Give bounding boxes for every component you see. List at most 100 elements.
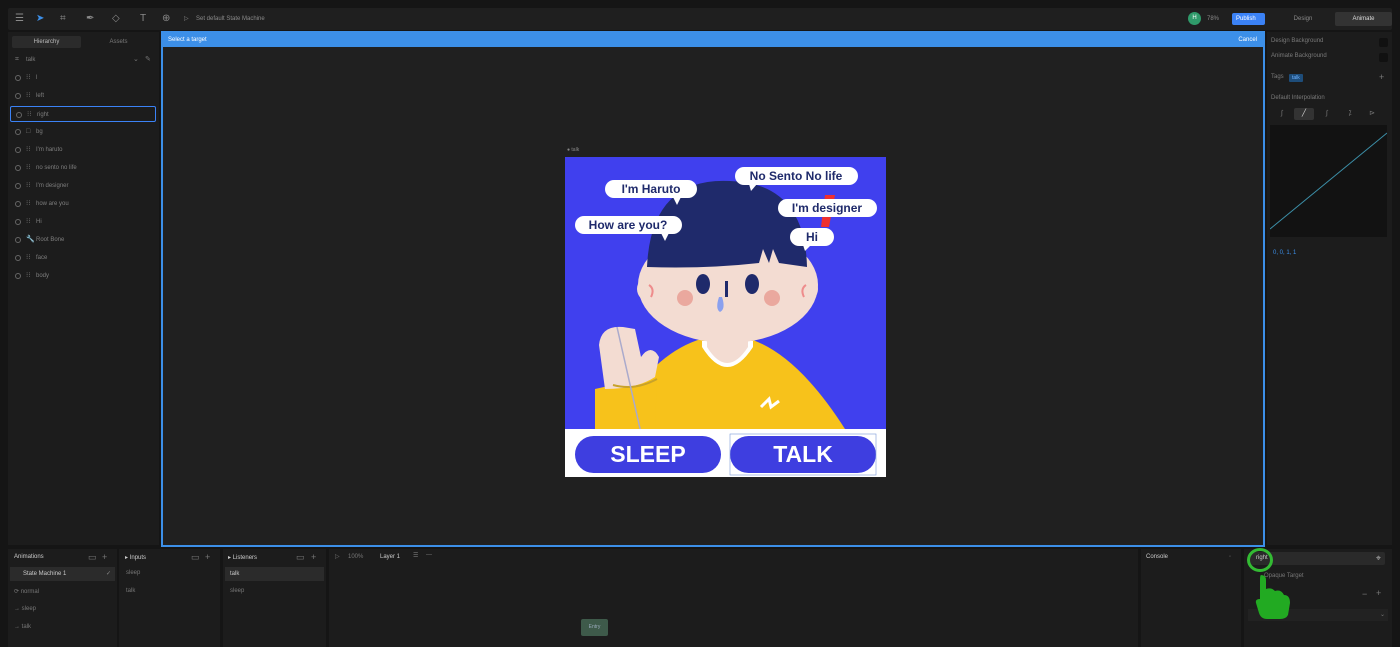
visibility-icon[interactable] bbox=[15, 183, 21, 189]
tree-item-face[interactable]: ⁝⁝ face bbox=[10, 250, 156, 266]
linear-interp-icon[interactable]: ╱ bbox=[1294, 108, 1314, 120]
animation-item-state-machine[interactable]: State Machine 1 ✓ bbox=[10, 567, 115, 581]
visibility-icon[interactable] bbox=[15, 165, 21, 171]
folder-icon[interactable]: ▭ bbox=[296, 552, 305, 563]
target-prompt: Select a target bbox=[168, 37, 207, 43]
tree-item-l[interactable]: ⁝⁝ l bbox=[10, 70, 156, 86]
visibility-icon[interactable] bbox=[15, 93, 21, 99]
tree-item-root-bone[interactable]: 🔧 Root Bone bbox=[10, 232, 156, 248]
hold-interp-icon[interactable]: ∫ bbox=[1272, 108, 1292, 120]
pen-tool-icon[interactable]: ✒ bbox=[86, 13, 94, 25]
listener-item-talk[interactable]: talk bbox=[225, 567, 324, 581]
artboard-label[interactable]: ● talk bbox=[567, 147, 579, 153]
avatar[interactable]: H bbox=[1188, 12, 1201, 25]
tab-design[interactable]: Design bbox=[1273, 12, 1333, 26]
add-icon[interactable]: ⊕ bbox=[162, 13, 170, 25]
tree-item-bg[interactable]: □ bg bbox=[10, 124, 156, 140]
entry-state-node[interactable]: Entry bbox=[581, 619, 608, 636]
folder-icon[interactable]: ▭ bbox=[88, 552, 97, 563]
shape-tool-icon[interactable]: ◇ bbox=[112, 13, 120, 25]
left-cheek bbox=[677, 290, 693, 306]
animate-background-swatch[interactable] bbox=[1379, 53, 1388, 62]
tags-label: Tags bbox=[1271, 74, 1284, 80]
state-graph-panel[interactable]: ▷ 100% Layer 1 ☰ — bbox=[329, 549, 1138, 647]
tree-item-no-sento[interactable]: ⁝⁝ no sento no life bbox=[10, 160, 156, 176]
top-toolbar: ☰ ➤ ⌗ ✒ ◇ T ⊕ ▷ Set default State Machin… bbox=[8, 8, 1392, 30]
folder-icon[interactable]: ▭ bbox=[191, 552, 200, 563]
console-title: Console bbox=[1146, 554, 1169, 560]
add-icon[interactable]: + bbox=[1376, 588, 1381, 598]
curve-values[interactable]: 0, 0, 1, 1 bbox=[1273, 250, 1296, 256]
tag-chip[interactable]: talk bbox=[1289, 74, 1303, 82]
edit-icon[interactable]: ✎ bbox=[145, 52, 151, 68]
cancel-button[interactable]: Cancel bbox=[1238, 33, 1257, 47]
inputs-title: ▸ Inputs bbox=[125, 555, 147, 561]
tree-item-body[interactable]: ⁝⁝ body bbox=[10, 268, 156, 284]
cubic-interp-icon[interactable]: ∫ bbox=[1317, 108, 1337, 120]
right-cheek bbox=[764, 290, 780, 306]
remove-icon[interactable]: − bbox=[1362, 589, 1367, 599]
canvas[interactable]: Select a target Cancel ● talk I'm Haruto… bbox=[161, 31, 1265, 547]
tree-item-im-haruto[interactable]: ⁝⁝ I'm haruto bbox=[10, 142, 156, 158]
listeners-panel: ▸ Listeners ▭ + talk sleep bbox=[223, 549, 326, 647]
visibility-icon[interactable] bbox=[15, 129, 21, 135]
tree-item-im-designer[interactable]: ⁝⁝ I'm designer bbox=[10, 178, 156, 194]
design-background-swatch[interactable] bbox=[1379, 38, 1388, 47]
artboard-icon: ⌗ bbox=[15, 56, 19, 63]
left-ear bbox=[637, 276, 663, 302]
timeline-zoom[interactable]: 100% bbox=[348, 554, 363, 560]
tree-item-left[interactable]: ⁝⁝ left bbox=[10, 88, 156, 104]
tree-item-right[interactable]: ⁝⁝ right bbox=[10, 106, 156, 122]
visibility-icon[interactable] bbox=[15, 219, 21, 225]
menu-icon[interactable]: ☰ bbox=[15, 13, 24, 25]
tree-item-how-are-you[interactable]: ⁝⁝ how are you bbox=[10, 196, 156, 212]
listener-item-sleep[interactable]: sleep bbox=[230, 588, 244, 594]
frame-tool-icon[interactable]: ⌗ bbox=[60, 13, 66, 25]
artboard[interactable]: I'm Haruto No Sento No life I'm designer… bbox=[565, 157, 886, 477]
select-tool-icon[interactable]: ➤ bbox=[36, 13, 44, 25]
layers-menu-icon[interactable]: ☰ bbox=[413, 552, 418, 559]
visibility-icon[interactable] bbox=[15, 273, 21, 279]
sleep-button[interactable]: SLEEP bbox=[575, 436, 721, 473]
input-item-sleep[interactable]: sleep bbox=[126, 570, 140, 576]
animation-item-sleep[interactable]: → sleep bbox=[14, 606, 36, 612]
step-interp-icon[interactable]: ⊳ bbox=[1362, 108, 1382, 120]
visibility-icon[interactable] bbox=[15, 237, 21, 243]
visibility-icon[interactable] bbox=[15, 147, 21, 153]
talk-button[interactable]: TALK bbox=[729, 433, 877, 476]
interpolation-curve[interactable] bbox=[1270, 125, 1387, 237]
add-tag-icon[interactable]: + bbox=[1379, 72, 1384, 82]
layer-tab[interactable]: Layer 1 bbox=[380, 554, 400, 560]
add-animation-icon[interactable]: + bbox=[102, 552, 107, 562]
bubble-im-designer[interactable]: I'm designer bbox=[778, 199, 877, 217]
animation-item-normal[interactable]: ⟳ normal bbox=[14, 588, 39, 595]
add-listener-icon[interactable]: + bbox=[311, 552, 316, 562]
svg-text:Hi: Hi bbox=[806, 230, 818, 244]
publish-button[interactable]: Publish bbox=[1232, 13, 1265, 25]
chevron-down-icon[interactable]: ⌄ bbox=[133, 52, 139, 68]
tree-root-artboard[interactable]: ⌗ talk ⌄ ✎ bbox=[10, 52, 156, 68]
visibility-icon[interactable] bbox=[15, 75, 21, 81]
visibility-icon[interactable] bbox=[15, 255, 21, 261]
left-eye bbox=[696, 274, 710, 294]
zoom-level[interactable]: 78% bbox=[1207, 14, 1219, 24]
visibility-icon[interactable] bbox=[15, 201, 21, 207]
text-tool-icon[interactable]: T bbox=[140, 13, 146, 25]
svg-text:I'm designer: I'm designer bbox=[792, 201, 863, 215]
tab-hierarchy[interactable]: Hierarchy bbox=[12, 36, 81, 48]
play-icon[interactable]: ▷ bbox=[335, 553, 340, 560]
tab-animate[interactable]: Animate bbox=[1335, 12, 1392, 26]
add-input-icon[interactable]: + bbox=[205, 552, 210, 562]
tree-item-hi[interactable]: ⁝⁝ Hi bbox=[10, 214, 156, 230]
console-settings-icon[interactable]: ◦ bbox=[1229, 554, 1231, 560]
remove-layer-icon[interactable]: — bbox=[426, 552, 432, 558]
tab-assets[interactable]: Assets bbox=[84, 36, 153, 48]
state-machine-selector[interactable]: Set default State Machine bbox=[196, 14, 265, 24]
elastic-interp-icon[interactable]: ⁒ bbox=[1340, 108, 1360, 120]
play-icon[interactable]: ▷ bbox=[184, 14, 189, 24]
chevron-down-icon[interactable]: ⌄ bbox=[1380, 609, 1385, 621]
animation-item-talk[interactable]: → talk bbox=[14, 624, 31, 630]
visibility-icon[interactable] bbox=[16, 112, 22, 118]
input-item-talk[interactable]: talk bbox=[126, 588, 135, 594]
target-crosshair-icon[interactable]: ⌖ bbox=[1376, 552, 1381, 565]
